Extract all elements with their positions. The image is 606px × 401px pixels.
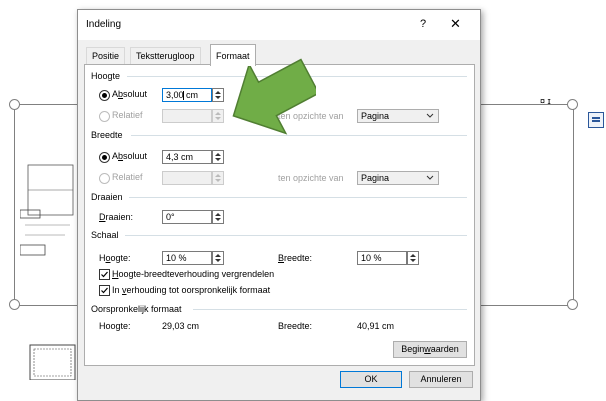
breedte-relatief-input[interactable] bbox=[162, 171, 212, 185]
close-button[interactable]: ✕ bbox=[450, 16, 461, 32]
hoogte-relatief-label: Relatief bbox=[112, 110, 143, 120]
original-height-value: 29,03 cm bbox=[162, 321, 200, 331]
section-schaal: Schaal bbox=[91, 230, 119, 240]
breedte-relatief-spinner[interactable] bbox=[212, 171, 224, 185]
cancel-button[interactable]: Annuleren bbox=[409, 371, 473, 388]
hoogte-relatief-radio[interactable] bbox=[99, 111, 110, 122]
hoogte-absoluut-radio[interactable] bbox=[99, 90, 110, 101]
ok-button[interactable]: OK bbox=[340, 371, 402, 388]
schaal-breedte-label: Breedte: bbox=[278, 253, 313, 263]
chevron-down-icon bbox=[424, 110, 436, 122]
layout-options-icon[interactable] bbox=[588, 112, 604, 128]
section-breedte: Breedte bbox=[91, 130, 123, 140]
draaien-spinner[interactable] bbox=[212, 210, 224, 224]
tab-label: Positie bbox=[92, 51, 120, 61]
section-oorspronkelijk: Oorspronkelijk formaat bbox=[91, 304, 182, 314]
schaal-hoogte-label: Hoogte: bbox=[99, 253, 131, 263]
resize-handle-left[interactable] bbox=[9, 299, 20, 310]
dialog-title: Indeling bbox=[86, 19, 122, 30]
breedte-absoluut-spinner[interactable] bbox=[212, 150, 224, 164]
lock-aspect-label: Hoogte-breedteverhouding vergrendelen bbox=[112, 269, 275, 279]
breedte-absoluut-radio[interactable] bbox=[99, 152, 110, 163]
reset-button[interactable]: Beginwaarden bbox=[393, 341, 467, 358]
schaal-hoogte-spinner[interactable] bbox=[212, 251, 224, 265]
resize-handle-right[interactable] bbox=[567, 299, 578, 310]
draaien-input[interactable]: 0° bbox=[162, 210, 212, 224]
help-button[interactable]: ? bbox=[420, 18, 426, 30]
hoogte-absoluut-spinner[interactable] bbox=[212, 88, 224, 102]
checkmark-icon bbox=[101, 271, 108, 278]
tab-label: Tekstterugloop bbox=[136, 51, 195, 61]
tab-positie[interactable]: Positie bbox=[86, 47, 126, 65]
checkmark-icon bbox=[101, 287, 108, 294]
tab-tekstterugloop[interactable]: Tekstterugloop bbox=[130, 47, 201, 65]
tab-formaat[interactable]: Formaat bbox=[210, 44, 256, 66]
floorplan-drawing-icon bbox=[20, 164, 76, 380]
hoogte-absoluut-label: Absoluut bbox=[112, 89, 148, 99]
chevron-down-icon bbox=[424, 172, 436, 184]
hoogte-relatief-spinner[interactable] bbox=[212, 109, 224, 123]
hoogte-opzichte-select[interactable]: Pagina bbox=[357, 109, 439, 123]
lock-aspect-checkbox[interactable] bbox=[99, 269, 110, 280]
breedte-opzichte-select[interactable]: Pagina bbox=[357, 171, 439, 185]
anchor-marker: ¤ ɪ bbox=[540, 96, 551, 106]
dialog-titlebar: Indeling ? ✕ bbox=[78, 10, 480, 40]
original-height-label: Hoogte: bbox=[99, 321, 131, 331]
section-hoogte: Hoogte bbox=[91, 71, 121, 81]
section-draaien: Draaien bbox=[91, 192, 123, 202]
section-divider bbox=[125, 235, 467, 236]
resize-handle-top-right[interactable] bbox=[567, 99, 578, 110]
section-divider bbox=[129, 197, 467, 198]
breedte-absoluut-input[interactable]: 4,3 cm bbox=[162, 150, 212, 164]
hoogte-absoluut-input[interactable]: 3,00 cm bbox=[162, 88, 212, 102]
original-width-label: Breedte: bbox=[278, 321, 313, 331]
breedte-opzichte-label: ten opzichte van bbox=[278, 173, 344, 183]
breedte-relatief-label: Relatief bbox=[112, 172, 143, 182]
relative-original-checkbox[interactable] bbox=[99, 285, 110, 296]
breedte-relatief-radio[interactable] bbox=[99, 173, 110, 184]
hoogte-relatief-input[interactable] bbox=[162, 109, 212, 123]
breedte-absoluut-label: Absoluut bbox=[112, 151, 148, 161]
text-caret bbox=[183, 91, 184, 100]
relative-original-label: In verhouding tot oorspronkelijk formaat bbox=[112, 285, 271, 295]
resize-handle-top-left[interactable] bbox=[9, 99, 20, 110]
schaal-breedte-spinner[interactable] bbox=[407, 251, 419, 265]
schaal-hoogte-input[interactable]: 10 % bbox=[162, 251, 212, 265]
tab-label: Formaat bbox=[216, 51, 250, 61]
section-divider bbox=[193, 309, 467, 310]
schaal-breedte-input[interactable]: 10 % bbox=[357, 251, 407, 265]
original-width-value: 40,91 cm bbox=[357, 321, 395, 331]
draaien-label: Draaien: bbox=[99, 212, 134, 222]
